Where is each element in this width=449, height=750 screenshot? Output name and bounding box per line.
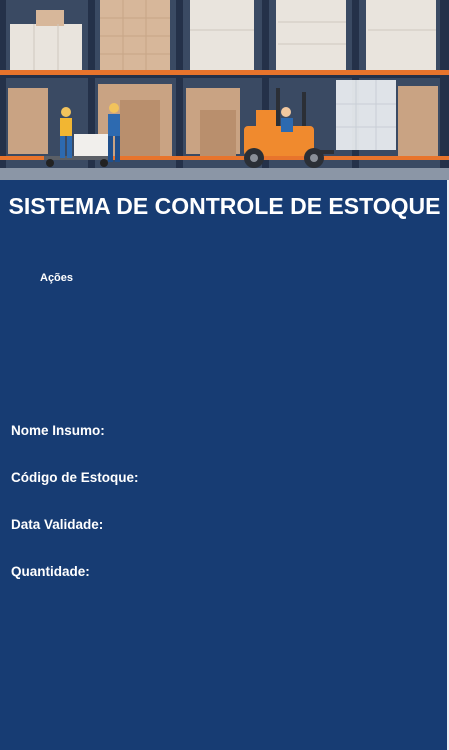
field-label-data-validade: Data Validade: — [11, 517, 104, 532]
field-label-nome-insumo: Nome Insumo: — [11, 423, 105, 438]
field-label-quantidade: Quantidade: — [11, 564, 90, 579]
actions-label: Ações — [40, 272, 74, 284]
page-title: SISTEMA DE CONTROLE DE ESTOQUE — [8, 193, 441, 219]
field-label-codigo-estoque: Código de Estoque: — [11, 470, 139, 485]
warehouse-illustration — [0, 0, 449, 180]
